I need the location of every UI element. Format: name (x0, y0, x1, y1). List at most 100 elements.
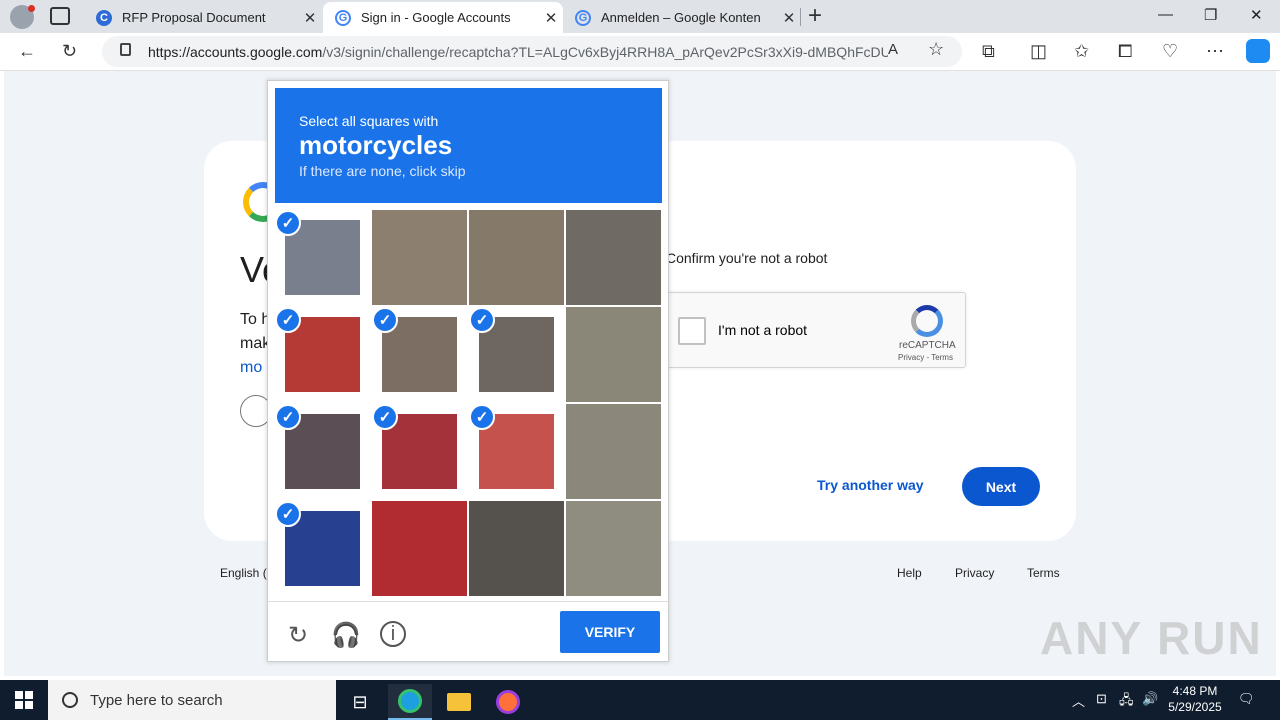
recaptcha-challenge: Select all squares with motorcycles If t… (267, 80, 669, 662)
tray-overflow-icon[interactable]: ︿ (1072, 691, 1085, 710)
page-viewport: Ve To h mak mo Confirm you're not a robo… (0, 71, 1280, 680)
tab-actions-icon[interactable] (50, 7, 70, 25)
minimize-icon[interactable]: — (1158, 6, 1173, 23)
network-icon[interactable]: 🖧 (1119, 691, 1134, 713)
edge-app-icon[interactable] (388, 684, 432, 720)
recaptcha-brand: reCAPTCHA (899, 340, 956, 351)
tab-title: Anmelden – Google Konten (601, 10, 761, 25)
challenge-tile[interactable]: ✓ (372, 307, 467, 402)
google-favicon-icon: G (575, 9, 591, 26)
challenge-tile[interactable] (372, 501, 467, 596)
verify-button[interactable]: VERIFY (560, 611, 660, 653)
task-view-icon[interactable]: ⊟ (338, 684, 382, 720)
info-icon[interactable]: i (380, 621, 406, 647)
selected-check-icon: ✓ (275, 210, 301, 236)
tile-image (469, 210, 564, 305)
watermark-logo: ANY RUN (1040, 612, 1263, 664)
back-icon[interactable]: ← (18, 41, 36, 62)
volume-icon[interactable]: 🔊 (1142, 691, 1158, 707)
close-window-icon[interactable]: ✕ (1250, 6, 1263, 24)
challenge-tile[interactable] (372, 210, 467, 305)
recaptcha-checkbox[interactable] (678, 317, 706, 345)
selected-check-icon: ✓ (372, 307, 398, 333)
language-selector[interactable]: English ( (220, 566, 267, 580)
notification-dot (28, 5, 35, 12)
challenge-instruction: Select all squares with (299, 113, 439, 129)
tab-divider (800, 8, 801, 26)
challenge-header: Select all squares with motorcycles If t… (275, 88, 662, 203)
challenge-tile[interactable] (566, 307, 661, 402)
next-button[interactable]: Next (962, 467, 1040, 506)
tile-image (372, 210, 467, 305)
challenge-tile[interactable]: ✓ (469, 404, 564, 499)
tile-image (469, 501, 564, 596)
challenge-tile[interactable]: ✓ (275, 307, 370, 402)
clock-date: 5/29/2025 (1168, 700, 1222, 714)
close-tab-icon[interactable]: ✕ (777, 9, 801, 27)
lock-icon[interactable] (120, 43, 131, 56)
tab-sign-in[interactable]: G Sign in - Google Accounts ✕ (323, 2, 563, 33)
more-menu-icon[interactable]: ⋯ (1206, 41, 1224, 62)
challenge-tile[interactable] (566, 404, 661, 499)
tab-anmelden[interactable]: G Anmelden – Google Konten ✕ (563, 2, 801, 33)
close-tab-icon[interactable]: ✕ (298, 9, 322, 27)
close-tab-icon[interactable]: ✕ (539, 9, 563, 27)
challenge-tile[interactable]: ✓ (275, 210, 370, 305)
challenge-tile[interactable]: ✓ (275, 501, 370, 596)
footer-help-link[interactable]: Help (897, 566, 922, 580)
read-aloud-icon[interactable]: A (888, 41, 898, 58)
footer-privacy-link[interactable]: Privacy (955, 566, 994, 580)
challenge-tile[interactable] (469, 501, 564, 596)
file-explorer-icon[interactable] (437, 684, 481, 720)
challenge-tile[interactable] (566, 501, 661, 596)
firefox-app-icon[interactable] (486, 684, 530, 720)
selected-check-icon: ✓ (275, 307, 301, 333)
favorites-icon[interactable]: ✩ (1074, 41, 1089, 62)
document-favicon-icon: C (96, 9, 112, 26)
challenge-tile[interactable] (469, 210, 564, 305)
challenge-tile[interactable]: ✓ (275, 404, 370, 499)
challenge-tile[interactable] (566, 210, 661, 305)
learn-more-link[interactable]: mo (240, 359, 262, 377)
windows-start-icon[interactable] (15, 691, 33, 709)
new-tab-icon[interactable]: + (808, 3, 822, 29)
search-icon (62, 692, 78, 708)
taskbar-search[interactable]: Type here to search (48, 680, 336, 720)
tab-rfp-proposal[interactable]: C RFP Proposal Document ✕ (84, 2, 322, 33)
reload-icon[interactable]: ↻ (284, 621, 312, 649)
taskbar-clock[interactable]: 4:48 PM 5/29/2025 (1160, 683, 1230, 715)
collections-icon[interactable]: ⧠ (1118, 41, 1132, 62)
footer-terms-link[interactable]: Terms (1027, 566, 1060, 580)
google-favicon-icon: G (335, 9, 351, 26)
tile-image (566, 210, 661, 305)
extensions-icon[interactable]: ⧉ (982, 41, 995, 62)
address-bar[interactable]: https://accounts.google.com/v3/signin/ch… (102, 36, 962, 67)
notifications-icon[interactable]: 🗨 (1238, 691, 1255, 707)
recaptcha-checkbox-label: I'm not a robot (718, 322, 808, 338)
tray-app-icon[interactable]: ⊡ (1096, 691, 1107, 707)
copilot-icon[interactable] (1246, 39, 1270, 63)
recaptcha-links[interactable]: Privacy - Terms (898, 353, 953, 362)
challenge-tile[interactable]: ✓ (372, 404, 467, 499)
refresh-icon[interactable]: ↻ (62, 41, 77, 62)
clock-time: 4:48 PM (1172, 684, 1218, 698)
challenge-object: motorcycles (299, 130, 453, 160)
challenge-divider (268, 601, 668, 602)
restore-icon[interactable]: ❐ (1204, 6, 1217, 24)
try-another-way-button[interactable]: Try another way (817, 477, 924, 493)
description-line-1: To h (240, 311, 271, 328)
tile-image (566, 501, 661, 596)
tile-image (372, 501, 467, 596)
tile-image (566, 404, 661, 499)
tab-strip: C RFP Proposal Document ✕ G Sign in - Go… (0, 0, 1280, 33)
browser-essentials-icon[interactable]: ♡ (1162, 41, 1178, 62)
recaptcha-widget: I'm not a robot reCAPTCHA Privacy - Term… (666, 292, 966, 368)
selected-check-icon: ✓ (275, 404, 301, 430)
challenge-tile[interactable]: ✓ (469, 307, 564, 402)
split-screen-icon[interactable]: ◫ (1030, 41, 1047, 62)
headphones-icon[interactable]: 🎧 (331, 621, 361, 649)
favorite-star-icon[interactable]: ☆ (928, 39, 944, 60)
tab-title: RFP Proposal Document (122, 10, 266, 25)
url-text: https://accounts.google.com/v3/signin/ch… (148, 44, 888, 60)
selected-check-icon: ✓ (275, 501, 301, 527)
